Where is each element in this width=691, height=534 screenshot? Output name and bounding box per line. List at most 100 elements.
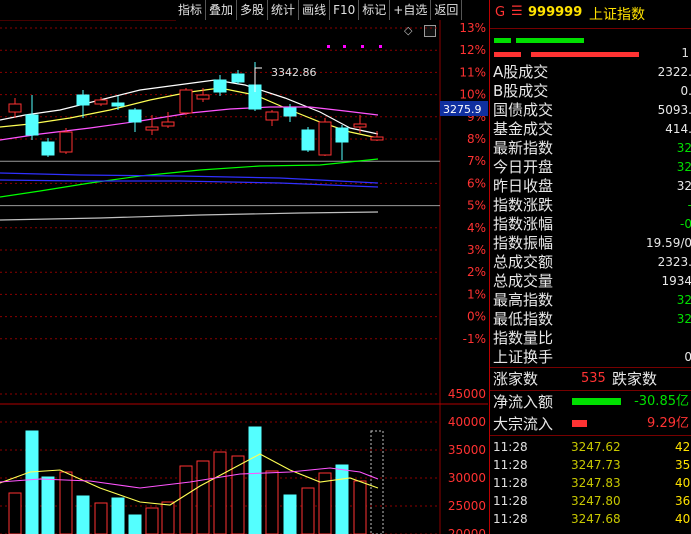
security-header: G ☰ 999999 上证指数 [490,0,691,29]
quote-value: 32 [676,160,691,174]
quote-value: 5093. [657,103,691,117]
add-watchlist-button[interactable]: +自选 [390,0,432,20]
back-button[interactable]: 返回 [431,0,463,20]
quote-label: 国债成交 [493,101,554,119]
indicator-button[interactable]: 指标 [175,0,207,20]
f10-button[interactable]: F10 [330,0,360,20]
quote-row: 国债成交 5093. [490,101,691,120]
quote-value: 2322. [657,65,691,79]
quote-row: 基金成交 414. [490,120,691,139]
menu-icon[interactable]: ☰ [511,4,523,19]
signal-dot [361,45,364,48]
multi-stock-button[interactable]: 多股 [237,0,269,20]
strength-bar-red-long [531,52,639,57]
statistics-button[interactable]: 统计 [268,0,300,20]
price-scale-label: 11% [459,65,486,79]
quote-label: 总成交额 [493,253,554,271]
tick-volume: 40 [675,512,691,526]
quote-value: 0. [680,84,691,98]
candle-body [128,109,142,123]
price-scale-label: 0% [467,310,486,324]
price-scale-label: 2% [467,265,486,279]
volume-scale-label: 20000 [448,527,486,534]
quote-row: A股成交 2322. [490,63,691,82]
g-badge[interactable]: G [495,5,505,20]
net-flow-bar [572,398,621,405]
quote-label: 上证换手 [493,348,554,366]
volume-scale-label: 25000 [448,499,486,513]
volume-bar [353,480,367,534]
volume-bar [76,495,90,534]
volume-scale-label: 30000 [448,471,486,485]
quote-label: 指数涨幅 [493,215,554,233]
security-code: 999999 [528,5,583,20]
ma-green-line [0,158,379,198]
quote-row: B股成交 0. [490,82,691,101]
candle-body [353,123,367,128]
quote-value: -0 [680,217,691,231]
market-breadth-row: 涨家数 535 跌家数 [490,368,691,390]
quote-value: 2323. [657,255,691,269]
quote-label: B股成交 [493,82,549,100]
quote-row: 总成交额 2323. [490,253,691,272]
strength-bar-red-short [494,52,521,57]
tick-price: 3247.68 [571,512,621,526]
tick-price: 3247.80 [571,494,621,508]
signal-dot [343,45,346,48]
volume-scale-label: 45000 [448,387,486,401]
quote-value: 414. [665,122,691,136]
tick-volume: 35 [675,458,691,472]
security-name: 上证指数 [589,7,645,23]
flow-label: 净流入额 [493,393,554,411]
tick-row: 11:28 3247.68 40 [490,510,691,528]
draw-line-button[interactable]: 画线 [299,0,331,20]
quote-label: 昨日收盘 [493,177,554,195]
stock-terminal-window: 指标 叠加 多股 统计 画线 F10 标记 +自选 返回 ◇ 13% 12% 11%… [0,0,691,534]
flow-value: -30.85亿 [634,394,689,409]
quote-label: 最新指数 [493,139,554,157]
strength-bar-green-long [516,38,584,43]
quote-row: 指数量比 [490,329,691,348]
volume-bar [283,494,297,534]
overlay-button[interactable]: 叠加 [206,0,238,20]
candle-body [8,103,22,113]
candle-body [231,73,245,83]
tick-time: 11:28 [493,494,528,508]
up-count-label: 涨家数 [493,370,539,388]
signal-dot [379,45,382,48]
price-scale-label: 6% [467,176,486,190]
candle-body [265,111,279,121]
tick-volume: 42 [675,440,691,454]
quote-label: 基金成交 [493,120,554,138]
strength-value: 1 [681,46,689,60]
quote-label: 最高指数 [493,291,554,309]
mark-button[interactable]: 标记 [359,0,391,20]
candle-body [318,121,332,156]
volume-scale-label: 35000 [448,443,486,457]
volume-bar [111,497,125,534]
tick-row: 11:28 3247.62 42 [490,438,691,456]
price-scale-label: 4% [467,221,486,235]
tick-volume: 36 [675,494,691,508]
price-scale-label: 7% [467,154,486,168]
volume-bar [301,487,315,534]
candle-body [283,107,297,117]
volume-bar [196,460,210,534]
volume-bar [248,426,262,534]
quote-label: 今日开盘 [493,158,554,176]
up-count-value: 535 [581,371,606,386]
tick-price: 3247.83 [571,476,621,490]
volume-bar [213,451,227,534]
quote-value: - [688,196,691,215]
price-scale-label: -1% [463,332,486,346]
candle-body [179,89,193,114]
quote-value: 32 [676,293,691,307]
candle-body [76,94,90,106]
candlestick-chart[interactable]: 13%12%11%10%9%8%7%6%5%4%3%2%1%0%-1%3275.… [0,20,488,534]
quote-row: 指数涨幅 -0 [490,215,691,234]
current-price-value: 3275.9 [443,103,482,116]
price-scale-label: 13% [459,21,486,35]
tick-price: 3247.62 [571,440,621,454]
tick-list[interactable]: 11:28 3247.62 42 11:28 3247.73 35 11:28 3247.83… [490,436,691,528]
candle-body [335,127,349,143]
